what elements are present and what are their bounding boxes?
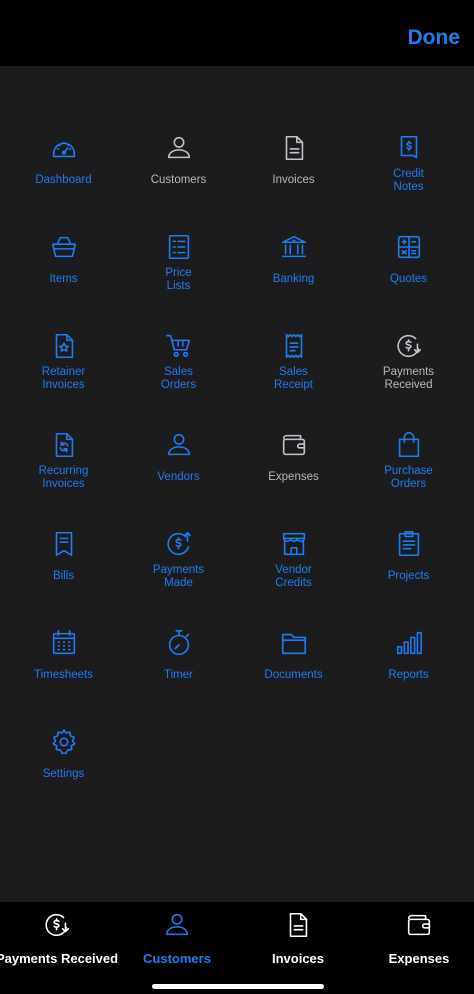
menu-item-timer[interactable]: Timer (121, 627, 236, 726)
menu-item-label: Customers (150, 174, 207, 186)
menu-item-recurring-invoices[interactable]: Recurring Invoices (6, 429, 121, 528)
menu-item-documents[interactable]: Documents (236, 627, 351, 726)
invoice-icon (283, 910, 313, 945)
wallet-icon (278, 429, 310, 461)
menu-item-label: Dashboard (35, 174, 92, 186)
menu-item-label: Reports (388, 669, 429, 681)
cart-icon (163, 330, 195, 362)
menu-item-projects[interactable]: Projects (351, 528, 466, 627)
menu-item-payments-made[interactable]: Payments Made (121, 528, 236, 627)
menu-item-label: Expenses (268, 471, 319, 483)
tab-customers[interactable]: Customers (117, 910, 237, 966)
menu-item-payments-received[interactable]: Payments Received (351, 330, 466, 429)
stopwatch-icon (163, 627, 195, 659)
vendor-icon (163, 429, 195, 461)
menu-item-label: Purchase Orders (384, 465, 433, 490)
menu-item-reports[interactable]: Reports (351, 627, 466, 726)
menu-item-label: Sales Receipt (274, 366, 313, 391)
tab-bar: Payments Received Customers Invoices Expens… (0, 902, 474, 994)
menu-item-price-lists[interactable]: Price Lists (121, 231, 236, 330)
invoice-icon (278, 132, 310, 164)
menu-item-label: Timesheets (33, 669, 93, 681)
menu-item-label: Vendors (157, 471, 200, 483)
menu-item-label: Items (49, 273, 78, 285)
gear-icon (48, 726, 80, 758)
menu-item-label: Banking (272, 273, 315, 285)
calculator-icon (393, 231, 425, 263)
customer-icon (162, 910, 192, 945)
menu-item-vendors[interactable]: Vendors (121, 429, 236, 528)
menu-item-label: Recurring Invoices (38, 465, 89, 490)
store-icon (278, 528, 310, 560)
retainer-invoice-icon (48, 330, 80, 362)
menu-item-invoices[interactable]: Invoices (236, 132, 351, 231)
menu-item-label: Payments Received (382, 366, 435, 391)
price-list-icon (163, 231, 195, 263)
menu-item-label: Bills (52, 570, 75, 582)
bank-icon (278, 231, 310, 263)
menu-item-credit-notes[interactable]: Credit Notes (351, 132, 466, 231)
menu-item-retainer-invoices[interactable]: Retainer Invoices (6, 330, 121, 429)
receipt-icon (278, 330, 310, 362)
customer-icon (163, 132, 195, 164)
menu-item-customers[interactable]: Customers (121, 132, 236, 231)
folder-icon (278, 627, 310, 659)
shopping-bag-icon (393, 429, 425, 461)
menu-item-quotes[interactable]: Quotes (351, 231, 466, 330)
payment-made-icon (163, 528, 195, 560)
menu-item-label: Timer (164, 669, 193, 681)
top-bar: Done (0, 0, 474, 66)
menu-item-sales-receipt[interactable]: Sales Receipt (236, 330, 351, 429)
menu-item-label: Settings (42, 768, 85, 780)
menu-item-label: Price Lists (165, 267, 192, 292)
menu-item-label: Sales Orders (160, 366, 197, 391)
menu-item-dashboard[interactable]: Dashboard (6, 132, 121, 231)
dashboard-icon (48, 132, 80, 164)
done-button[interactable]: Done (408, 26, 461, 50)
payment-received-icon (393, 330, 425, 362)
menu-item-label: Payments Made (152, 564, 205, 589)
menu-item-label: Retainer Invoices (41, 366, 86, 391)
menu-item-bills[interactable]: Bills (6, 528, 121, 627)
menu-item-settings[interactable]: Settings (6, 726, 121, 825)
menu-item-label: Quotes (389, 273, 428, 285)
home-indicator (152, 984, 324, 989)
menu-item-label: Credit Notes (393, 168, 424, 193)
bar-chart-icon (393, 627, 425, 659)
tab-label: Invoices (271, 951, 325, 966)
wallet-icon (404, 910, 434, 945)
basket-icon (48, 231, 80, 263)
menu-item-vendor-credits[interactable]: Vendor Credits (236, 528, 351, 627)
menu-item-sales-orders[interactable]: Sales Orders (121, 330, 236, 429)
clipboard-icon (393, 528, 425, 560)
calendar-icon (48, 627, 80, 659)
menu-grid: Dashboard Customers Invoices Credit Notes It… (6, 66, 474, 825)
tab-label: Payments Received (0, 951, 119, 966)
menu-item-label: Invoices (272, 174, 315, 186)
menu-item-purchase-orders[interactable]: Purchase Orders (351, 429, 466, 528)
tab-invoices[interactable]: Invoices (238, 910, 358, 966)
menu-item-items[interactable]: Items (6, 231, 121, 330)
tab-label: Customers (143, 951, 211, 966)
menu-item-expenses[interactable]: Expenses (236, 429, 351, 528)
menu-item-label: Documents (264, 669, 323, 681)
menu-item-label: Projects (387, 570, 430, 582)
credit-notes-icon (393, 132, 425, 164)
recurring-invoice-icon (48, 429, 80, 461)
menu-item-timesheets[interactable]: Timesheets (6, 627, 121, 726)
tab-expenses[interactable]: Expenses (359, 910, 474, 966)
menu-item-label: Vendor Credits (275, 564, 312, 589)
tab-payments-received[interactable]: Payments Received (0, 910, 119, 966)
payment-received-icon (42, 910, 72, 945)
menu-item-banking[interactable]: Banking (236, 231, 351, 330)
bill-icon (48, 528, 80, 560)
tab-label: Expenses (388, 951, 450, 966)
